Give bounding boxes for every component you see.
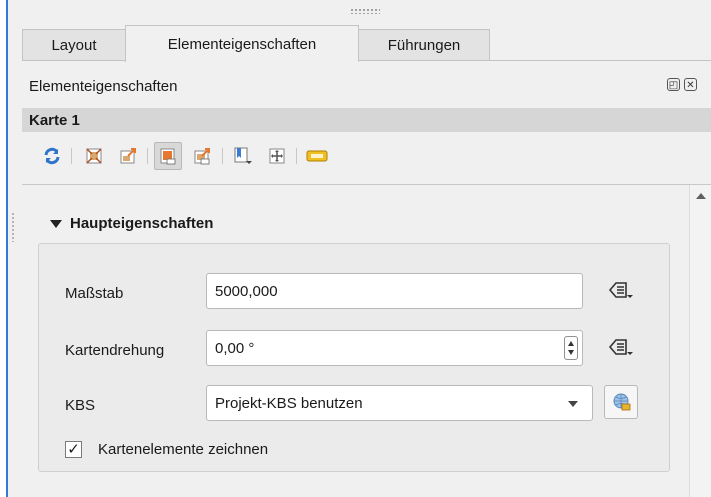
view-extent-icon[interactable] [114,142,142,170]
section-title: Haupteigenschaften [70,215,214,232]
tab-guides[interactable]: Führungen [358,29,490,61]
spin-up-icon[interactable] [568,341,574,346]
atlas-view-icon[interactable] [188,142,216,170]
toolbar-separator [222,148,223,164]
draw-map-items-checkbox[interactable]: ✓ [65,441,82,458]
collapse-triangle-icon[interactable] [50,219,62,228]
item-title-bar: Karte 1 [22,108,711,132]
atlas-extent-icon[interactable] [154,142,182,170]
splitter-handle[interactable] [11,212,15,242]
dock-title: Elementeigenschaften [29,78,178,95]
tab-label: Elementeigenschaften [167,35,317,53]
tab-label: Führungen [387,37,461,54]
spin-down-icon[interactable] [568,350,574,355]
label-settings-icon[interactable] [303,142,331,170]
rotation-spinbox[interactable]: 0,00 ° [206,330,583,366]
tab-item-properties[interactable]: Elementeigenschaften [125,25,359,62]
window-edge [6,0,8,497]
toolbar-separator [147,148,148,164]
panel-separator [22,184,711,185]
scale-value: 5000,000 [215,282,278,300]
dock-drag-handle[interactable] [350,8,380,14]
section-header-main-properties[interactable]: Haupteigenschaften [50,215,213,232]
vertical-scrollbar[interactable] [689,185,711,497]
globe-icon [613,393,631,411]
close-icon[interactable]: ✕ [684,78,697,91]
tab-layout[interactable]: Layout [22,29,126,61]
scale-label: Maßstab [65,285,124,302]
bookmark-icon[interactable] [229,142,257,170]
crs-select[interactable]: Projekt-KBS benutzen [206,385,593,421]
float-icon[interactable]: ◰ [667,78,680,91]
rotation-label: Kartendrehung [65,342,165,359]
spin-buttons[interactable] [564,336,578,360]
item-title: Karte 1 [29,111,80,129]
dock-buttons: ◰ ✕ [667,78,697,91]
scroll-up-arrow-icon[interactable] [696,193,706,199]
move-content-icon[interactable] [263,142,291,170]
check-mark: ✓ [67,441,80,458]
set-extent-icon[interactable] [80,142,108,170]
data-defined-override-icon[interactable] [604,330,638,364]
toolbar-separator [71,148,72,164]
scale-input[interactable]: 5000,000 [206,273,583,309]
rotation-value: 0,00 ° [215,339,255,357]
refresh-icon[interactable] [38,142,66,170]
tab-label: Layout [51,37,97,54]
draw-map-items-label: Kartenelemente zeichnen [98,441,269,458]
chevron-down-icon [568,401,578,407]
toolbar-separator [296,148,297,164]
crs-value: Projekt-KBS benutzen [215,394,363,412]
crs-label: KBS [65,397,96,414]
crs-selector-button[interactable] [604,385,638,419]
data-defined-override-icon[interactable] [604,273,638,307]
